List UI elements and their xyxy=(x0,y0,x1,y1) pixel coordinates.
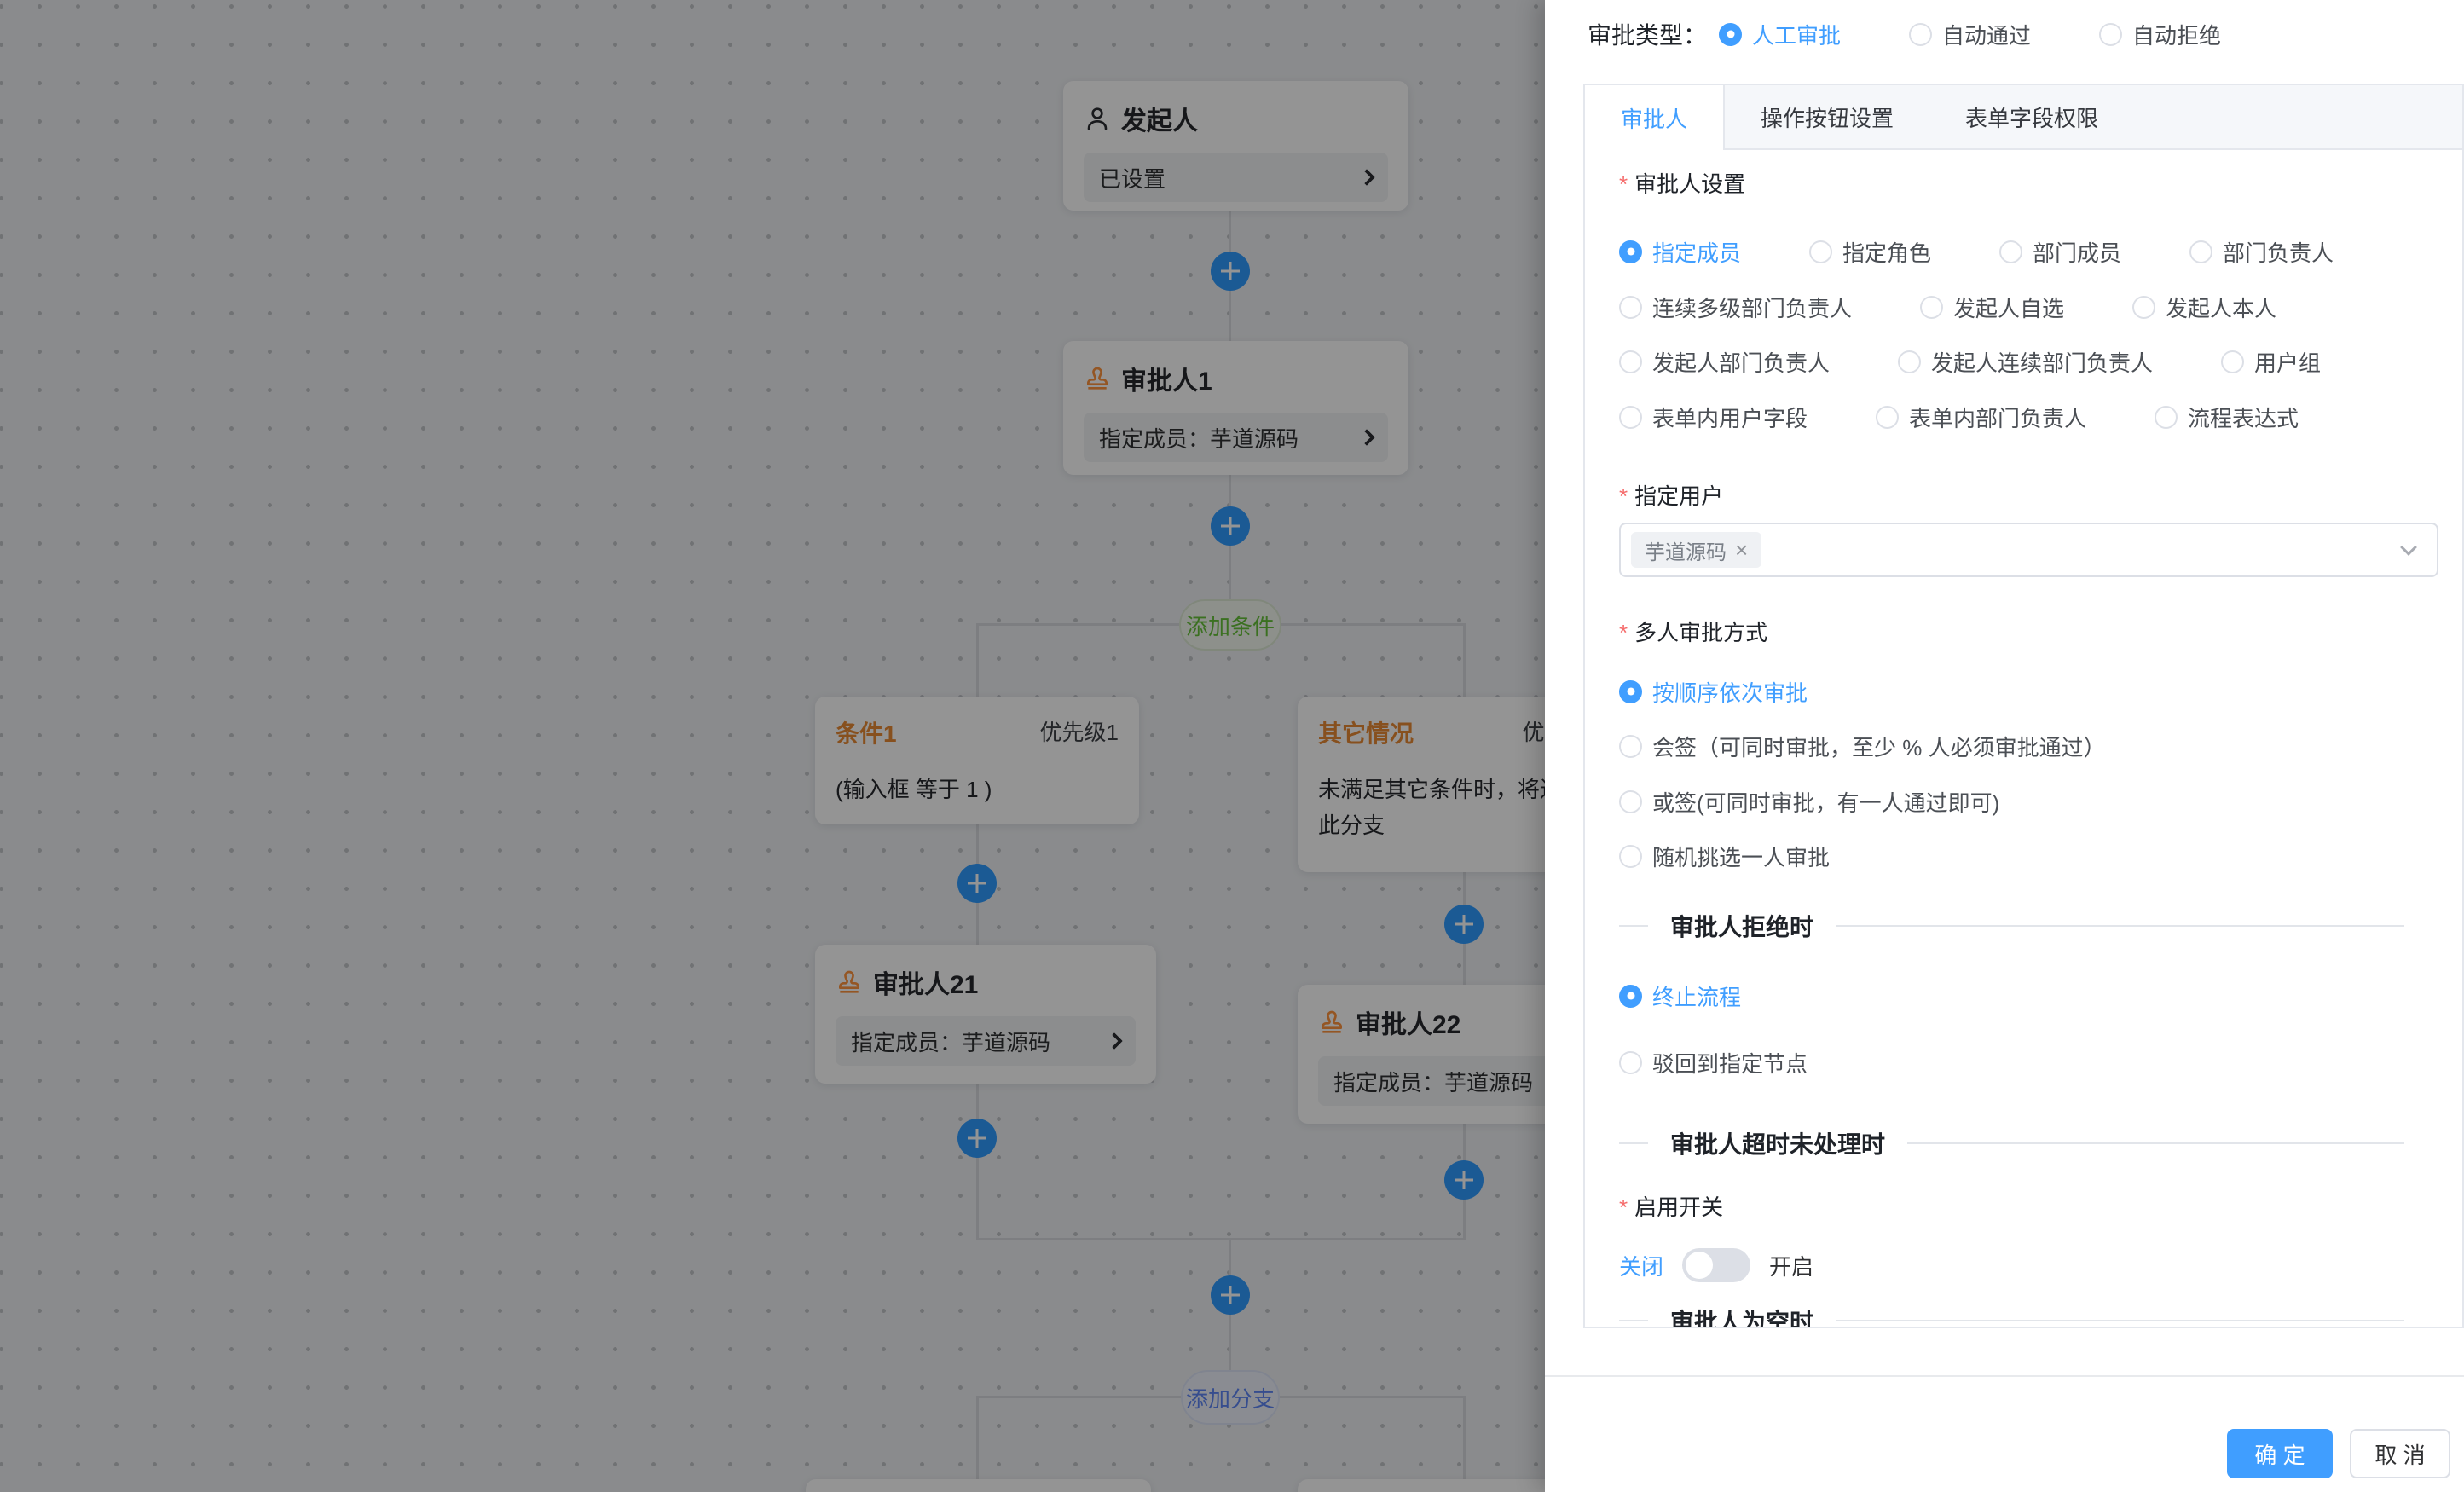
tag-close-icon[interactable]: × xyxy=(1735,539,1748,561)
timeout-section-divider: 审批人超时未处理时 xyxy=(1619,1129,2404,1158)
enable-switch-label: 启用开关 xyxy=(1619,1190,1723,1222)
radio-unchecked-icon xyxy=(2221,350,2244,373)
divider-line xyxy=(1619,925,1648,927)
radio-unchecked-icon xyxy=(1619,790,1642,813)
radio-assign-member[interactable]: 指定成员 xyxy=(1619,236,1741,268)
radio-return-to-node[interactable]: 驳回到指定节点 xyxy=(1619,1048,1808,1077)
radio-unchecked-icon xyxy=(2189,240,2212,263)
radio-unchecked-icon xyxy=(1619,735,1642,758)
radio-form-dept-leader[interactable]: 表单内部门负责人 xyxy=(1876,402,2086,433)
reject-section-title: 审批人拒绝时 xyxy=(1670,909,1813,943)
approval-type-label: 审批类型： xyxy=(1588,17,1707,51)
cancel-button[interactable]: 取 消 xyxy=(2350,1429,2450,1478)
empty-section-divider: 审批人为空时 xyxy=(1619,1306,2404,1328)
empty-section-title: 审批人为空时 xyxy=(1670,1304,1813,1328)
approver-setting-row3: 发起人部门负责人 发起人连续部门负责人 用户组 xyxy=(1619,347,2321,376)
footer-divider xyxy=(1545,1375,2464,1377)
radio-auto-reject[interactable]: 自动拒绝 xyxy=(2099,19,2221,50)
approver-setting-row1: 指定成员 指定角色 部门成员 部门负责人 xyxy=(1619,237,2334,266)
radio-dept-member[interactable]: 部门成员 xyxy=(1999,236,2121,268)
switch-on-label: 开启 xyxy=(1769,1250,1813,1281)
radio-form-user-field[interactable]: 表单内用户字段 xyxy=(1619,402,1808,433)
divider-line xyxy=(1619,1142,1648,1144)
approver-config-drawer: 审批类型： 人工审批 自动通过 自动拒绝 审批人 操作按钮设置 表单字段权限 审… xyxy=(1545,0,2464,1492)
approval-type-row: 审批类型： 人工审批 自动通过 自动拒绝 xyxy=(1588,15,2221,53)
switch-off-label: 关闭 xyxy=(1619,1250,1663,1281)
radio-unchecked-icon xyxy=(1619,406,1642,429)
radio-checked-icon xyxy=(1719,23,1742,46)
tab-form-field-permissions[interactable]: 表单字段权限 xyxy=(1929,85,2134,148)
radio-assign-role[interactable]: 指定角色 xyxy=(1809,236,1931,268)
radio-starter-self[interactable]: 发起人本人 xyxy=(2132,292,2276,323)
chevron-down-icon xyxy=(2400,539,2417,556)
radio-unchecked-icon xyxy=(1619,350,1642,373)
radio-unchecked-icon xyxy=(2155,406,2178,429)
tab-approver[interactable]: 审批人 xyxy=(1585,84,1725,150)
radio-unchecked-icon xyxy=(1920,296,1943,319)
multi-mode-label: 多人审批方式 xyxy=(1619,616,1767,647)
radio-starter-select[interactable]: 发起人自选 xyxy=(1920,292,2064,323)
timeout-section-title: 审批人超时未处理时 xyxy=(1670,1126,1885,1160)
radio-unchecked-icon xyxy=(2099,23,2122,46)
selected-user-name: 芋道源码 xyxy=(1645,535,1727,565)
assign-user-select[interactable]: 芋道源码 × xyxy=(1619,523,2438,577)
radio-unchecked-icon xyxy=(1619,1051,1642,1074)
selected-user-tag: 芋道源码 × xyxy=(1631,532,1761,568)
divider-line xyxy=(1907,1142,2404,1144)
radio-unchecked-icon xyxy=(1619,296,1642,319)
radio-sequential[interactable]: 按顺序依次审批 xyxy=(1619,677,1808,706)
radio-manual-approval[interactable]: 人工审批 xyxy=(1719,19,1841,50)
radio-unchecked-icon xyxy=(1909,23,1932,46)
radio-terminate-process[interactable]: 终止流程 xyxy=(1619,981,1741,1010)
timeout-switch-row: 关闭 开启 xyxy=(1619,1246,1813,1284)
radio-countersign[interactable]: 会签（可同时审批，至少 % 人必须审批通过） xyxy=(1619,732,2106,760)
radio-random-one[interactable]: 随机挑选一人审批 xyxy=(1619,841,1830,870)
reject-section-divider: 审批人拒绝时 xyxy=(1619,911,2404,940)
divider-line xyxy=(1619,1320,1648,1321)
radio-unchecked-icon xyxy=(2132,296,2155,319)
tab-button-settings[interactable]: 操作按钮设置 xyxy=(1725,85,1929,148)
radio-unchecked-icon xyxy=(1619,845,1642,868)
radio-unchecked-icon xyxy=(1876,406,1899,429)
radio-unchecked-icon xyxy=(1809,240,1832,263)
radio-dept-leader[interactable]: 部门负责人 xyxy=(2189,236,2334,268)
radio-checked-icon xyxy=(1619,240,1642,263)
modal-dim-overlay[interactable] xyxy=(0,0,1545,1492)
radio-unchecked-icon xyxy=(1999,240,2022,263)
config-tabs: 审批人 操作按钮设置 表单字段权限 xyxy=(1583,84,2464,150)
radio-process-expression[interactable]: 流程表达式 xyxy=(2155,402,2299,433)
radio-user-group[interactable]: 用户组 xyxy=(2221,346,2321,378)
divider-line xyxy=(1836,1320,2404,1321)
radio-auto-pass[interactable]: 自动通过 xyxy=(1909,19,2031,50)
divider-line xyxy=(1836,925,2404,927)
approver-tab-panel[interactable]: 审批人设置 指定成员 指定角色 部门成员 部门负责人 连续多级部门负责人 发起人… xyxy=(1583,150,2464,1328)
confirm-button[interactable]: 确 定 xyxy=(2227,1429,2333,1478)
radio-starter-multi-dept-leader[interactable]: 发起人连续部门负责人 xyxy=(1898,346,2153,378)
radio-unchecked-icon xyxy=(1898,350,1921,373)
approver-setting-label: 审批人设置 xyxy=(1619,167,1745,199)
radio-checked-icon xyxy=(1619,985,1642,1008)
radio-multi-level-dept-leader[interactable]: 连续多级部门负责人 xyxy=(1619,292,1852,323)
approver-setting-row4: 表单内用户字段 表单内部门负责人 流程表达式 xyxy=(1619,402,2299,431)
enable-toggle[interactable] xyxy=(1682,1248,1750,1282)
radio-orsign[interactable]: 或签(可同时审批，有一人通过即可) xyxy=(1619,787,1999,816)
radio-starter-dept-leader[interactable]: 发起人部门负责人 xyxy=(1619,346,1830,378)
assign-user-label: 指定用户 xyxy=(1619,479,1723,511)
radio-checked-icon xyxy=(1619,680,1642,703)
approver-setting-row2: 连续多级部门负责人 发起人自选 发起人本人 xyxy=(1619,292,2276,321)
